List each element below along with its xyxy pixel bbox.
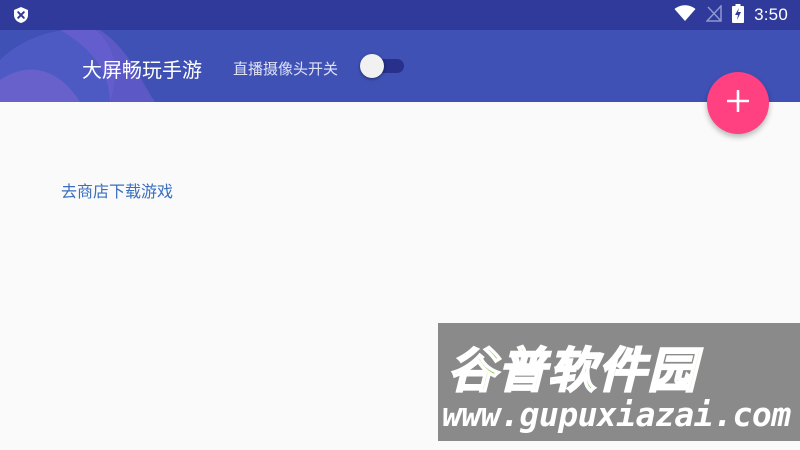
no-signal-icon (705, 3, 722, 26)
status-bar: 3:50 (0, 0, 800, 30)
camera-switch[interactable] (360, 54, 406, 78)
app-bar: 大屏畅玩手游 直播摄像头开关 (0, 30, 800, 102)
switch-thumb (360, 54, 384, 78)
watermark-title: 谷普软件园 (447, 342, 699, 400)
app-title: 大屏畅玩手游 (82, 58, 202, 82)
camera-switch-label: 直播摄像头开关 (233, 60, 339, 78)
status-time: 3:50 (754, 5, 788, 24)
plus-icon (726, 89, 750, 116)
add-button[interactable] (707, 72, 769, 134)
watermark-url: www.gupuxiazai.com (442, 395, 791, 434)
watermark: 谷普软件园 www.gupuxiazai.com (438, 323, 800, 441)
store-download-link[interactable]: 去商店下载游戏 (61, 178, 173, 202)
shield-x-icon (12, 6, 30, 24)
wifi-icon (674, 4, 696, 26)
battery-charging-icon (732, 3, 745, 27)
